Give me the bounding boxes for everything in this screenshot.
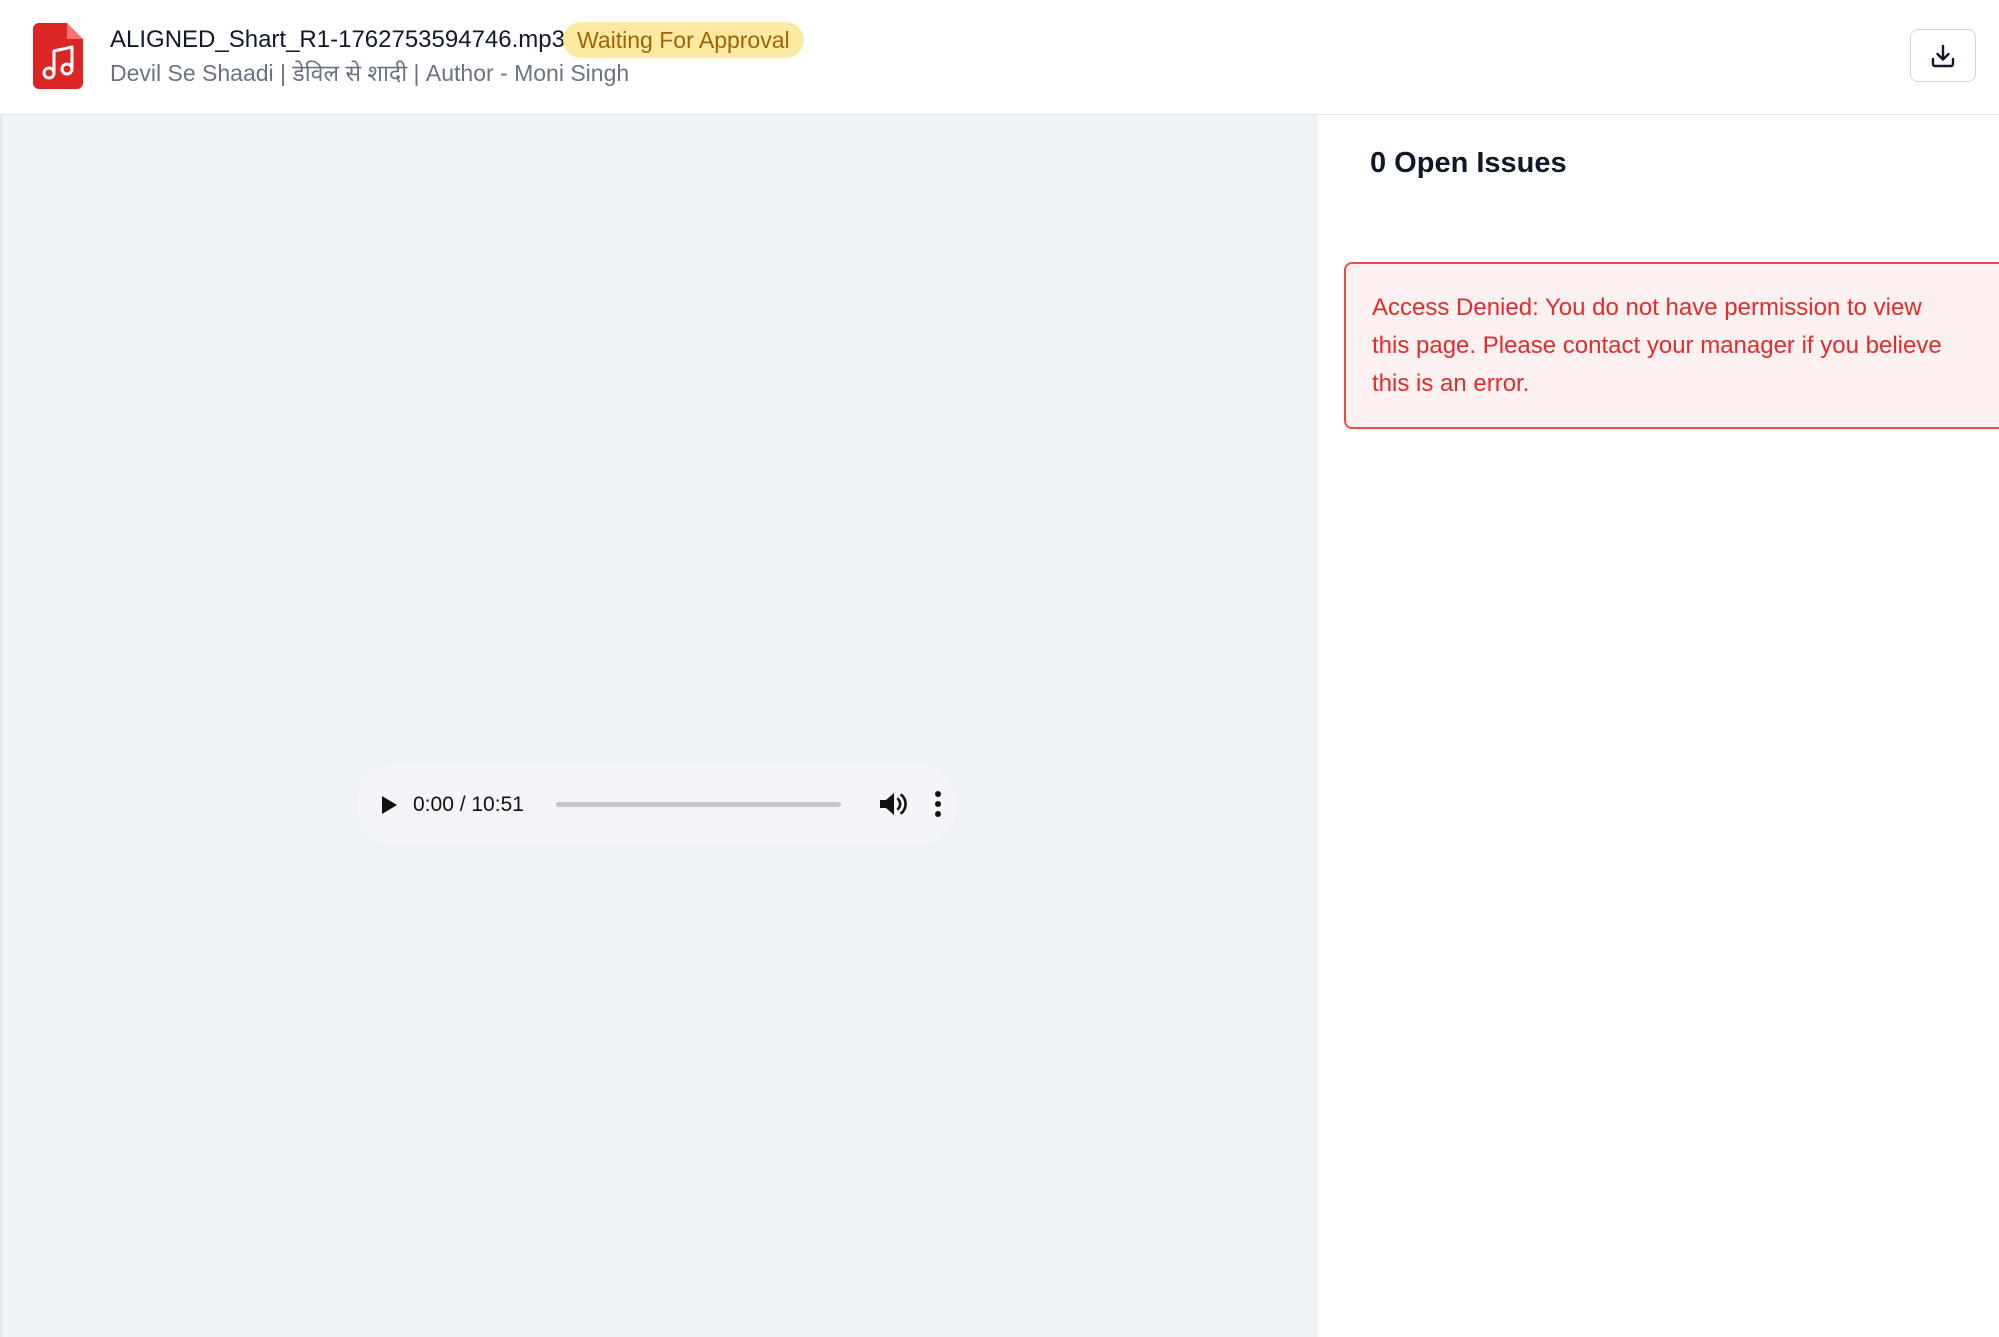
download-button[interactable]: [1910, 29, 1976, 82]
play-icon[interactable]: [372, 789, 404, 821]
file-name: ALIGNED_Shart_R1-1762753594746.mp3: [110, 26, 565, 53]
download-icon: [1931, 44, 1955, 67]
time-display: 0:00 / 10:51: [413, 793, 524, 816]
file-subtitle: Devil Se Shaadi | डेविल से शादी | Author…: [110, 60, 630, 86]
issues-panel: 0 Open Issues Access Denied: You do not …: [1318, 115, 1999, 1337]
music-file-icon: [33, 23, 83, 89]
alert-message: Access Denied: You do not have permissio…: [1372, 294, 1942, 397]
progress-bar[interactable]: [556, 802, 841, 807]
audio-player[interactable]: 0:00 / 10:51: [357, 765, 957, 845]
file-header: ALIGNED_Shart_R1-1762753594746.mp3 Waiti…: [0, 0, 1999, 115]
issues-title: 0 Open Issues: [1370, 147, 1567, 179]
access-denied-alert: Access Denied: You do not have permissio…: [1344, 262, 1999, 429]
status-badge: Waiting For Approval: [563, 22, 804, 58]
more-vertical-icon[interactable]: [928, 787, 948, 821]
audio-preview-area: 0:00 / 10:51: [0, 115, 1318, 1337]
volume-icon[interactable]: [876, 787, 910, 821]
